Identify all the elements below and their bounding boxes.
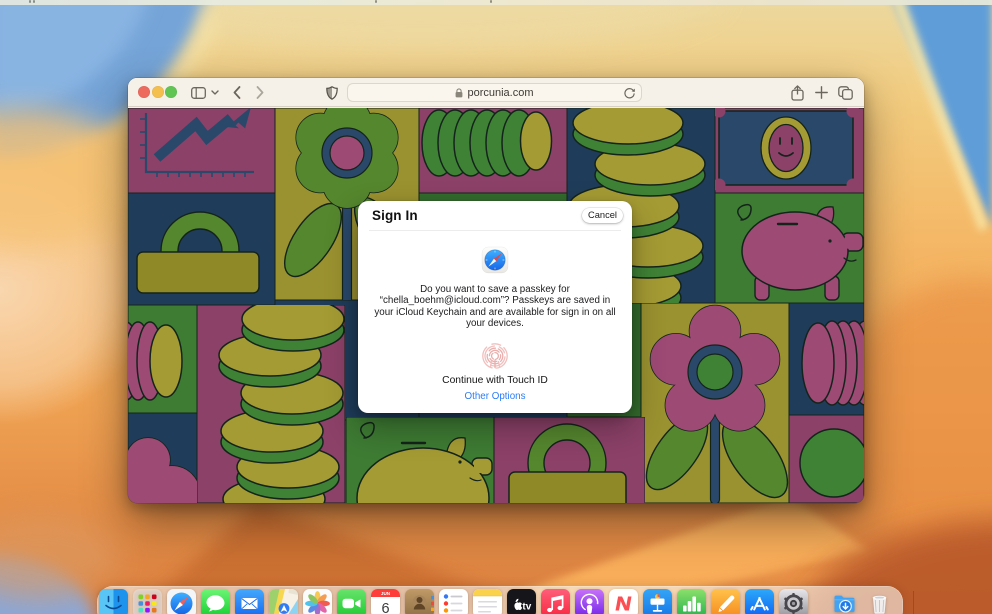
plus-icon [815,86,828,99]
passkey-dialog: Sign In Cancel [358,201,632,413]
dock-podcasts[interactable] [575,589,604,614]
dock-launchpad[interactable] [133,589,162,614]
safari-app-icon [481,246,509,274]
share-button[interactable] [790,78,805,107]
dialog-title: Sign In [372,208,418,223]
safari-toolbar: porcunia.com [128,78,864,107]
dialog-body-text: Do you want to save a passkey for “chell… [364,284,626,329]
webpage-content: Sign In Cancel [128,108,864,503]
tile-cloud [128,413,200,503]
privacy-report-button[interactable] [324,78,340,107]
calendar-day: 6 [381,601,389,614]
dock-messages[interactable] [201,589,230,614]
chevron-left-icon [233,86,241,99]
tab-overview-button[interactable] [837,78,854,107]
sidebar-chevron-button[interactable] [210,78,220,107]
other-options-link[interactable]: Other Options [358,391,632,402]
url-text: porcunia.com [467,87,533,99]
dock-pages[interactable] [711,589,740,614]
safari-window: porcunia.com [128,78,864,503]
tile-coin-roll [419,108,567,193]
dock-notes[interactable] [473,589,502,614]
dock-contacts[interactable] [405,589,434,614]
dock-mail[interactable] [235,589,264,614]
forward-button[interactable] [254,78,266,107]
tile-padlock-magenta [494,417,645,503]
chevron-right-icon [256,86,264,99]
new-tab-button[interactable] [814,78,829,107]
address-bar[interactable]: porcunia.com [347,83,642,102]
tile-padlock-navy [128,193,275,305]
touch-id-fingerprint-icon [481,342,509,370]
dock: JUN 6 tv [97,586,903,614]
sidebar-icon [191,87,206,99]
tv-label: tv [522,602,531,613]
dock-downloads[interactable] [831,589,860,614]
dock-trash[interactable] [865,589,894,614]
tile-piggy-bank-magenta [715,193,864,303]
calendar-month: JUN [380,591,390,596]
tile-coin-roll-small [128,305,197,413]
zoom-button[interactable] [165,86,177,98]
tile-piggy-bank-olive [346,417,494,503]
dock-settings[interactable] [779,589,808,614]
tile-green-circle [789,415,864,503]
chevron-down-icon [211,90,219,95]
dock-appstore[interactable] [745,589,774,614]
shield-icon [326,86,338,100]
dock-music[interactable] [541,589,570,614]
dock-facetime[interactable] [337,589,366,614]
dock-keynote[interactable] [643,589,672,614]
menu-text-remnant [490,0,492,3]
tile-banknote-smiley [713,108,865,193]
lock-icon [455,88,463,98]
menu-bar [0,0,992,5]
reload-icon [623,87,636,100]
dock-news[interactable] [609,589,638,614]
dock-numbers[interactable] [677,589,706,614]
dock-safari[interactable] [167,589,196,614]
dialog-divider [369,230,621,231]
sidebar-button[interactable] [189,78,207,107]
dock-finder[interactable] [99,589,128,614]
tile-growth-chart [128,108,275,193]
minimize-button[interactable] [152,86,164,98]
dock-separator [913,591,914,614]
menu-text-remnant [375,0,377,3]
tile-coin-spiral-magenta [197,298,345,503]
menu-text-remnant [29,0,31,3]
cancel-button[interactable]: Cancel [582,208,623,223]
back-button[interactable] [231,78,243,107]
close-button[interactable] [138,86,150,98]
share-icon [791,85,804,101]
tile-coin-roll-navy [789,303,864,415]
tab-overview-icon [838,86,853,100]
menu-text-remnant [33,0,35,3]
touch-id-label: Continue with Touch ID [358,375,632,386]
dock-appletv[interactable]: tv [507,589,536,614]
dock-photos[interactable] [303,589,332,614]
dock-reminders[interactable] [439,589,468,614]
dock-calendar[interactable]: JUN 6 [371,589,400,614]
dock-maps[interactable] [269,589,298,614]
tile-magenta-flower [635,303,800,503]
reload-button[interactable] [623,87,636,103]
